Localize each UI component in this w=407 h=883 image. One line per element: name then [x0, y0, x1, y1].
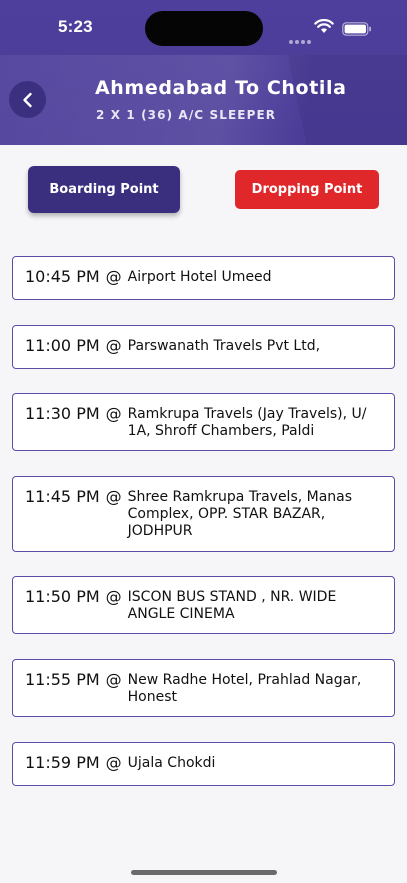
at-symbol: @ — [105, 267, 122, 286]
list-item-boarding-point[interactable]: 11:55 PM @ New Radhe Hotel, Prahlad Naga… — [12, 659, 395, 717]
point-time: 11:00 PM — [25, 336, 100, 355]
list-item-boarding-point[interactable]: 11:50 PM @ ISCON BUS STAND , NR. WIDE AN… — [12, 576, 395, 634]
point-place: Airport Hotel Umeed — [127, 269, 272, 285]
chevron-left-icon — [22, 92, 32, 107]
point-place: Parswanath Travels Pvt Ltd, — [127, 338, 321, 354]
list-item-boarding-point[interactable]: 11:45 PM @ Shree Ramkrupa Travels, Manas… — [12, 476, 395, 552]
at-symbol: @ — [105, 753, 122, 772]
at-symbol: @ — [105, 487, 122, 506]
page-title: Ahmedabad To Chotila — [95, 77, 347, 99]
home-indicator[interactable] — [131, 870, 277, 875]
list-item-boarding-point[interactable]: 11:59 PM @ Ujala Chokdi — [12, 742, 395, 786]
list-item-boarding-point[interactable]: 11:00 PM @ Parswanath Travels Pvt Ltd, — [12, 325, 395, 369]
point-time: 11:55 PM — [25, 670, 100, 689]
at-symbol: @ — [105, 670, 122, 689]
at-symbol: @ — [105, 404, 122, 423]
tab-dropping-point[interactable]: Dropping Point — [235, 170, 379, 209]
wifi-icon — [314, 19, 334, 38]
dynamic-island — [145, 11, 263, 46]
back-button[interactable] — [9, 81, 46, 118]
status-time: 5:23 — [58, 17, 93, 36]
bus-type-subtitle: 2 X 1 (36) A/C SLEEPER — [96, 108, 277, 122]
point-tabs: Boarding Point Dropping Point — [0, 166, 407, 216]
status-bar: 5:23 — [0, 0, 407, 55]
point-place: Ramkrupa Travels (Jay Travels), U/ 1A, S… — [127, 406, 367, 439]
app-header: 5:23 Ahmedabad To Chotila 2 X 1 (36) A/C… — [0, 0, 407, 145]
tab-boarding-point[interactable]: Boarding Point — [28, 166, 180, 213]
point-place: New Radhe Hotel, Prahlad Nagar, Honest — [127, 672, 362, 705]
list-item-boarding-point[interactable]: 10:45 PM @ Airport Hotel Umeed — [12, 256, 395, 300]
at-symbol: @ — [105, 336, 122, 355]
point-place: Shree Ramkrupa Travels, Manas Complex, O… — [127, 489, 353, 539]
at-symbol: @ — [105, 587, 122, 606]
list-item-boarding-point[interactable]: 11:30 PM @ Ramkrupa Travels (Jay Travels… — [12, 393, 395, 451]
point-time: 11:30 PM — [25, 404, 100, 423]
battery-icon — [342, 21, 372, 40]
cellular-dots-icon — [289, 29, 313, 48]
point-time: 11:50 PM — [25, 587, 100, 606]
point-time: 10:45 PM — [25, 267, 100, 286]
point-time: 11:59 PM — [25, 753, 100, 772]
point-place: Ujala Chokdi — [127, 755, 216, 771]
point-time: 11:45 PM — [25, 487, 100, 506]
point-place: ISCON BUS STAND , NR. WIDE ANGLE CINEMA — [127, 589, 337, 622]
